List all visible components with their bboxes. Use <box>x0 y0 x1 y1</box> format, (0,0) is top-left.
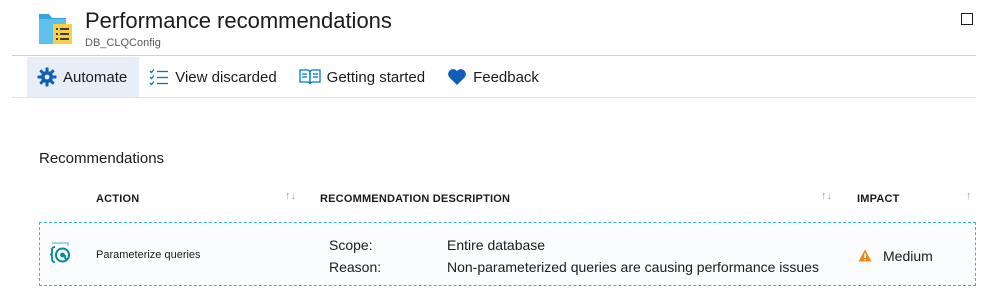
sort-icon[interactable]: ↑↓ <box>285 190 296 202</box>
automate-button[interactable]: Automate <box>27 57 140 97</box>
page-subtitle: DB_CLQConfig <box>85 37 161 49</box>
section-title: Recommendations <box>39 150 165 167</box>
scope-label: Scope: <box>329 237 373 253</box>
column-header-impact[interactable]: IMPACT <box>857 193 900 205</box>
column-header-description[interactable]: RECOMMENDATION DESCRIPTION <box>320 193 510 205</box>
toolbar-divider <box>12 97 976 98</box>
maximize-button[interactable] <box>961 13 973 25</box>
database-list-icon <box>38 11 74 45</box>
book-icon <box>299 69 321 85</box>
page-title: Performance recommendations <box>85 8 392 33</box>
checklist-icon <box>149 69 169 86</box>
getting-started-label: Getting started <box>326 68 426 86</box>
impact-value: Medium <box>883 248 933 264</box>
heart-icon <box>448 69 466 85</box>
feedback-button[interactable]: Feedback <box>437 57 551 97</box>
sort-icon[interactable]: ↑↓ <box>821 190 832 202</box>
reason-label: Reason: <box>329 259 382 275</box>
sort-icon[interactable]: ↑ <box>966 190 972 202</box>
column-header-action[interactable]: ACTION <box>96 193 139 205</box>
automate-label: Automate <box>63 68 128 86</box>
action-cell: Parameterize queries <box>96 249 201 261</box>
warning-icon <box>858 249 872 267</box>
reason-value: Non-parameterized queries are causing pe… <box>447 259 819 275</box>
parameterize-query-icon <box>47 241 73 267</box>
feedback-label: Feedback <box>473 68 539 86</box>
view-discarded-label: View discarded <box>175 68 277 86</box>
command-bar: Automate View discarded Getting started … <box>27 57 551 97</box>
header-divider <box>12 55 976 56</box>
scope-value: Entire database <box>447 237 546 253</box>
view-discarded-button[interactable]: View discarded <box>139 57 288 97</box>
getting-started-button[interactable]: Getting started <box>289 57 437 97</box>
gear-icon <box>37 67 57 87</box>
